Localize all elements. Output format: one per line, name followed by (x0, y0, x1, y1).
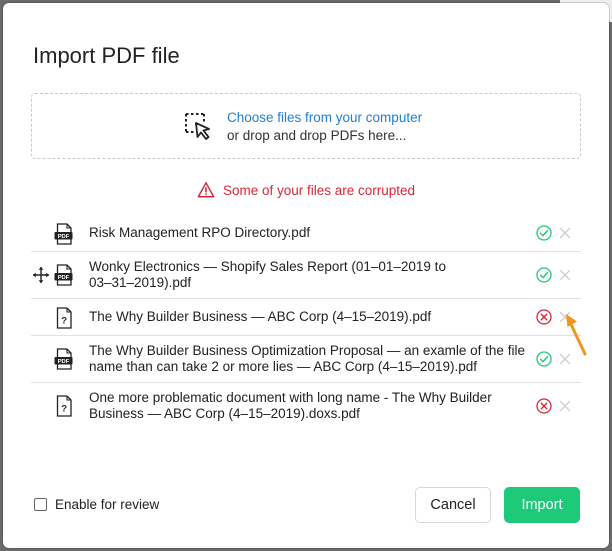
remove-file-button[interactable] (559, 227, 571, 239)
svg-text:PDF: PDF (58, 234, 70, 240)
error-circle-icon (536, 398, 552, 414)
file-dropzone[interactable]: Choose files from your computer or drop … (31, 93, 581, 159)
file-name: One more problematic document with long … (89, 390, 492, 421)
check-circle-icon (536, 351, 552, 367)
file-name: Risk Management RPO Directory.pdf (89, 225, 311, 240)
cancel-button[interactable]: Cancel (415, 487, 491, 523)
review-checkbox[interactable] (34, 498, 47, 511)
dropzone-hint: or drop and drop PDFs here... (227, 128, 407, 143)
svg-text:PDF: PDF (58, 275, 70, 281)
pdf-icon: PDF (54, 264, 73, 286)
check-circle-icon (536, 267, 552, 283)
corrupted-files-alert: Some of your files are corrupted (3, 181, 609, 204)
select-cursor-icon (185, 113, 210, 140)
annotation-arrow-icon (566, 314, 587, 356)
file-list: PDF Risk Management RPO Directory.pdf PD… (31, 215, 581, 430)
file-name: Wonky Electronics — Shopify Sales Report… (89, 259, 446, 290)
file-name: The Why Builder Business — ABC Corp (4–1… (89, 309, 432, 324)
unknown-file-icon: ? (56, 307, 72, 329)
choose-files-link[interactable]: Choose files from your computer (227, 110, 422, 125)
import-pdf-dialog: Import PDF file Choose files from your c… (3, 3, 609, 548)
error-circle-icon (536, 309, 552, 325)
file-row: PDF Risk Management RPO Directory.pdf (31, 215, 581, 252)
remove-file-button[interactable] (559, 269, 571, 281)
pdf-icon: PDF (54, 223, 73, 245)
dialog-title: Import PDF file (33, 43, 180, 68)
file-row: ? The Why Builder Business — ABC Corp (4… (31, 299, 581, 336)
check-circle-icon (536, 225, 552, 241)
svg-text:?: ? (61, 316, 67, 327)
checkbox-label: Enable for review (55, 497, 160, 512)
file-row: PDF Wonky Electronics — Shopify Sales Re… (31, 252, 581, 299)
remove-file-button[interactable] (559, 400, 571, 412)
enable-for-review-toggle[interactable]: Enable for review (34, 497, 159, 512)
alert-text: Some of your files are corrupted (222, 182, 416, 198)
unknown-file-icon: ? (56, 395, 72, 417)
file-row: PDF The Why Builder Business Optimizatio… (31, 336, 581, 383)
pdf-icon: PDF (54, 348, 73, 370)
svg-text:PDF: PDF (58, 359, 70, 365)
import-button[interactable]: Import (504, 487, 580, 523)
move-handle-icon[interactable] (32, 266, 50, 284)
svg-text:?: ? (61, 404, 67, 415)
file-name: The Why Builder Business Optimization Pr… (89, 343, 525, 374)
warning-icon (197, 182, 215, 198)
file-row: ? One more problematic document with lon… (31, 383, 581, 430)
